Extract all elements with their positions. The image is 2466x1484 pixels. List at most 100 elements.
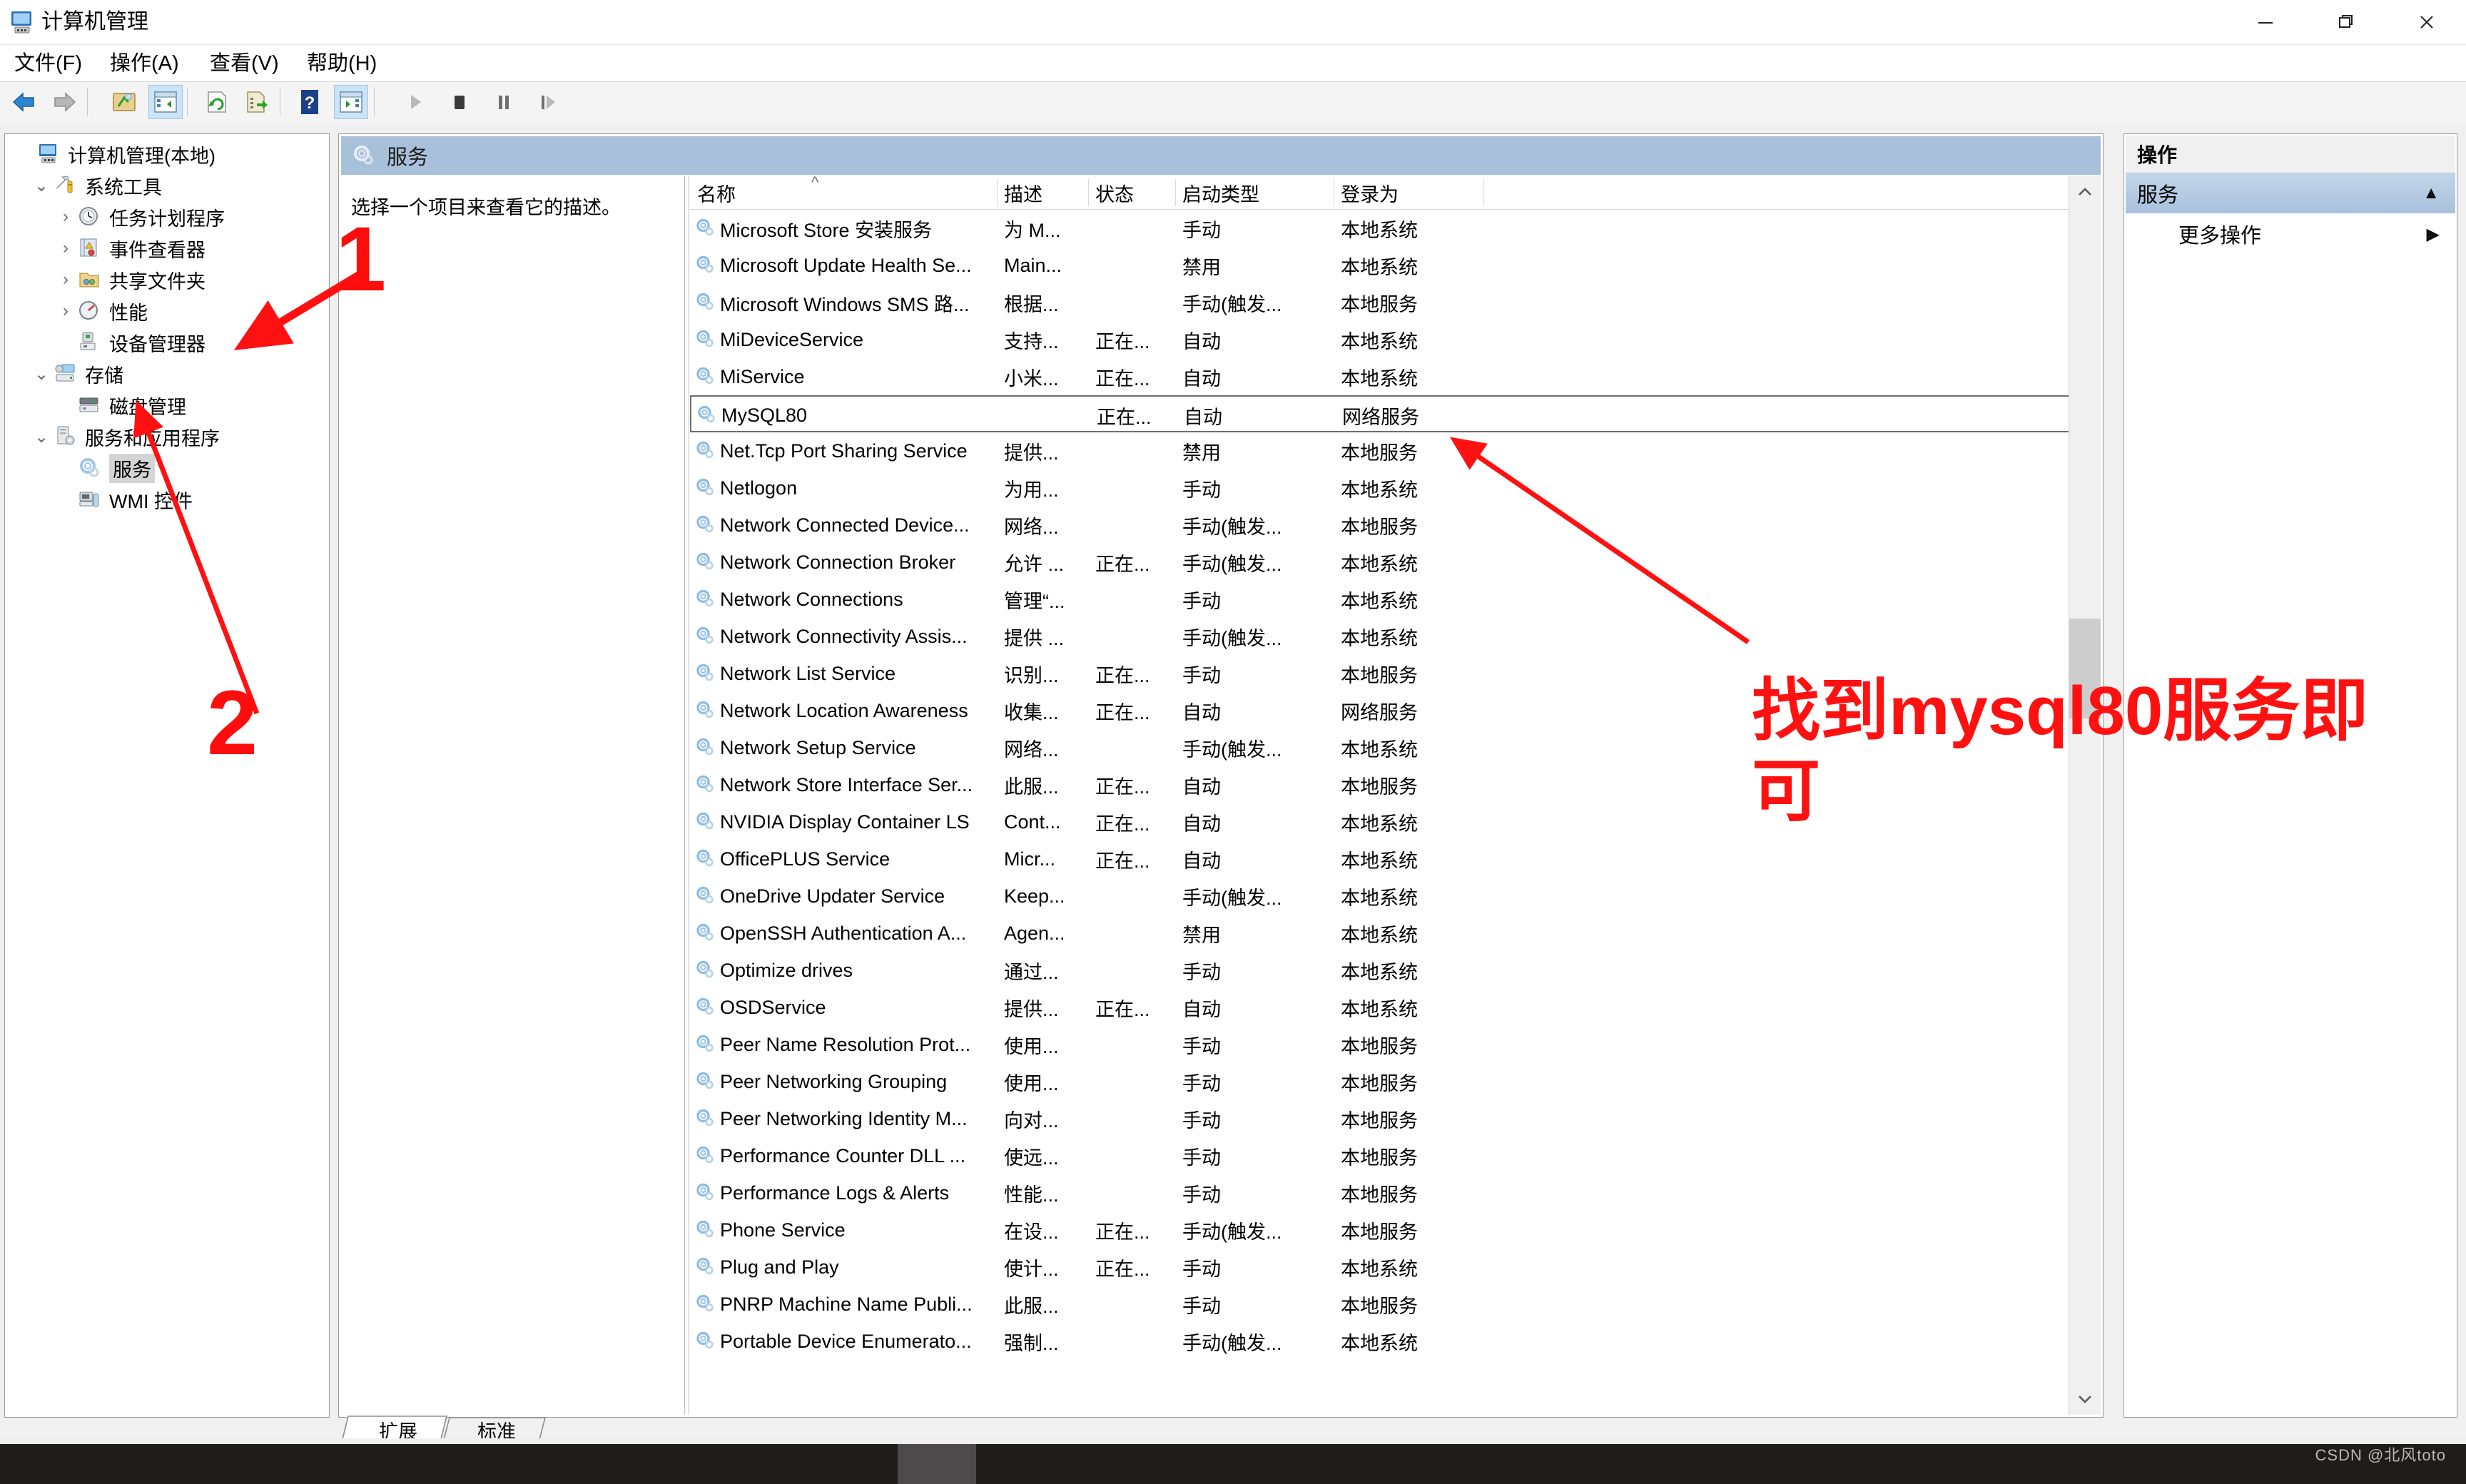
chevron-right-icon[interactable]: ›: [54, 238, 78, 258]
table-row[interactable]: Network Setup Service 网络... 手动(触发... 本地系统: [690, 729, 2101, 766]
table-row[interactable]: Network Store Interface Ser... 此服... 正在...…: [690, 766, 2101, 803]
scrollbar-thumb[interactable]: [2069, 619, 2101, 718]
table-row[interactable]: Peer Name Resolution Prot... 使用... 手动 本地服务: [690, 1026, 2101, 1063]
chevron-right-icon[interactable]: ›: [54, 207, 78, 227]
menu-help[interactable]: 帮助(H): [303, 49, 381, 78]
column-divider[interactable]: [997, 179, 998, 206]
table-row[interactable]: Microsoft Update Health Se... Main... 禁用 本地…: [690, 247, 2101, 284]
column-header-name[interactable]: 名称: [690, 176, 997, 209]
refresh-icon[interactable]: [200, 85, 234, 119]
table-row[interactable]: Network List Service 识别... 正在... 手动 本地服务: [690, 655, 2101, 692]
menu-file[interactable]: 文件(F): [10, 49, 86, 78]
table-row[interactable]: Network Connections 管理“... 手动 本地系统: [690, 581, 2101, 618]
table-row[interactable]: MySQL80 正在... 自动 网络服务: [690, 395, 2101, 432]
show-hide-tree-icon[interactable]: [107, 85, 141, 119]
show-action-pane-icon[interactable]: [334, 85, 368, 119]
cell-name: Portable Device Enumerato...: [720, 1330, 972, 1352]
chevron-down-icon[interactable]: ⌄: [29, 364, 54, 385]
tree-item-system-tools[interactable]: ⌄ 系统工具: [29, 170, 162, 201]
table-row[interactable]: Portable Device Enumerato... 强制... 手动(触发..…: [690, 1323, 2101, 1360]
cell-startup-type: 手动(触发...: [1182, 553, 1282, 575]
svg-text:?: ?: [305, 93, 315, 113]
tree-item-performance[interactable]: › 性能: [54, 295, 148, 327]
table-row[interactable]: Performance Counter DLL ... 使远... 手动 本地服务: [690, 1137, 2101, 1174]
table-row[interactable]: Network Connected Device... 网络... 手动(触发...…: [690, 507, 2101, 544]
back-icon[interactable]: [7, 85, 41, 119]
table-row[interactable]: OpenSSH Authentication A... Agen... 禁用 本地系统: [690, 915, 2101, 952]
taskbar-item[interactable]: [898, 1444, 976, 1484]
table-row[interactable]: Netlogon 为用... 手动 本地系统: [690, 469, 2101, 507]
chevron-up-icon[interactable]: ▲: [2422, 183, 2440, 203]
tree-item-label: 共享文件夹: [109, 270, 206, 293]
column-header-logon[interactable]: 登录为: [1334, 176, 1483, 209]
show-console-tree-icon[interactable]: [148, 85, 183, 119]
cell-description: 使用...: [1004, 1035, 1059, 1057]
tree-item-task-scheduler[interactable]: › 任务计划程序: [54, 201, 225, 233]
menu-action[interactable]: 操作(A): [106, 49, 183, 78]
column-header-status[interactable]: 状态: [1088, 176, 1175, 209]
tree-item-disk-management[interactable]: 磁盘管理: [54, 390, 186, 421]
tree-item-storage[interactable]: ⌄ 存储: [29, 358, 123, 390]
table-row[interactable]: Plug and Play 使计... 正在... 手动 本地系统: [690, 1249, 2101, 1286]
table-row[interactable]: Phone Service 在设... 正在... 手动(触发... 本地服务: [690, 1211, 2101, 1249]
table-row[interactable]: Network Connectivity Assis... 提供 ... 手动(触发…: [690, 618, 2101, 655]
table-row[interactable]: NVIDIA Display Container LS Cont... 正在... 自…: [690, 803, 2101, 840]
table-row[interactable]: Peer Networking Grouping 使用... 手动 本地服务: [690, 1063, 2101, 1100]
chevron-right-icon[interactable]: ▶: [2427, 224, 2440, 245]
table-row[interactable]: Network Location Awareness 收集... 正在... 自动 网络…: [690, 692, 2101, 729]
column-header-desc[interactable]: 描述: [997, 176, 1088, 209]
table-row[interactable]: MiService 小米... 正在... 自动 本地系统: [690, 358, 2101, 395]
watermark: CSDN @北风toto: [2315, 1446, 2446, 1464]
column-divider[interactable]: [1088, 179, 1089, 206]
actions-group-services[interactable]: 服务 ▲: [2126, 173, 2455, 213]
pause-service-icon[interactable]: [487, 85, 521, 119]
cell-startup-type: 自动: [1182, 813, 1221, 835]
column-divider[interactable]: [1175, 179, 1176, 206]
tree-item-event-viewer[interactable]: › 事件查看器: [54, 233, 206, 264]
start-service-icon[interactable]: [398, 85, 432, 119]
table-row[interactable]: OfficePLUS Service Micr... 正在... 自动 本地系统: [690, 840, 2101, 878]
table-row[interactable]: Microsoft Store 安装服务 为 M... 手动 本地系统: [690, 210, 2101, 247]
actions-more-actions[interactable]: 更多操作 ▶: [2126, 214, 2455, 254]
scroll-up-button[interactable]: [2069, 176, 2101, 208]
tree-item-services[interactable]: 服务: [54, 452, 155, 484]
table-row[interactable]: Microsoft Windows SMS 路... 根据... 手动(触发... 本…: [690, 284, 2101, 321]
services-rows: Microsoft Store 安装服务为 M... 手动 本地系统 Microsof…: [690, 210, 2101, 1415]
services-list-scrollbar[interactable]: [2069, 176, 2101, 1415]
table-row[interactable]: Peer Networking Identity M... 向对... 手动 本地服务: [690, 1100, 2101, 1137]
maximize-button[interactable]: [2307, 0, 2385, 44]
column-header-startup[interactable]: 启动类型: [1175, 176, 1334, 209]
menu-view[interactable]: 查看(V): [206, 49, 283, 78]
pane-splitter[interactable]: [684, 176, 689, 1415]
tree-item-device-manager[interactable]: 设备管理器: [54, 327, 206, 358]
table-row[interactable]: Performance Logs & Alerts 性能... 手动 本地服务: [690, 1174, 2101, 1211]
column-divider[interactable]: [1483, 179, 1484, 206]
forward-icon[interactable]: [47, 85, 81, 119]
export-list-icon[interactable]: [240, 85, 274, 119]
scroll-down-button[interactable]: [2069, 1383, 2101, 1415]
chevron-down-icon[interactable]: ⌄: [29, 176, 54, 196]
table-row[interactable]: PNRP Machine Name Publi... 此服... 手动 本地服务: [690, 1286, 2101, 1323]
tree-item-computer-management[interactable]: 计算机管理(本地): [12, 138, 215, 170]
minimize-button[interactable]: [2226, 0, 2305, 44]
table-row[interactable]: Optimize drives 通过... 手动 本地系统: [690, 952, 2101, 989]
chevron-down-icon[interactable]: ⌄: [29, 427, 54, 447]
cell-name: PNRP Machine Name Publi...: [720, 1293, 973, 1315]
tree-item-services-and-applications[interactable]: ⌄ 服务和应用程序: [29, 421, 220, 452]
services-pane-header: 服务: [341, 136, 2101, 175]
tree-item-wmi-control[interactable]: WMI 控件: [54, 484, 193, 515]
restart-service-icon[interactable]: [531, 85, 565, 119]
table-row[interactable]: OSDService 提供... 正在... 自动 本地系统: [690, 989, 2101, 1026]
table-row[interactable]: MiDeviceService 支持... 正在... 自动 本地系统: [690, 321, 2101, 358]
chevron-right-icon[interactable]: ›: [54, 270, 78, 290]
services-list[interactable]: 名称 描述 状态 启动类型 登录为 ^ Microsoft Store 安装服务…: [690, 176, 2101, 1415]
help-icon[interactable]: ?: [293, 85, 327, 119]
table-row[interactable]: Net.Tcp Port Sharing Service 提供... 禁用 本地服务: [690, 432, 2101, 469]
close-button[interactable]: [2388, 0, 2466, 44]
stop-service-icon[interactable]: [442, 85, 477, 119]
table-row[interactable]: OneDrive Updater Service Keep... 手动(触发... 本…: [690, 878, 2101, 915]
console-tree-pane[interactable]: 计算机管理(本地) ⌄ 系统工具 › 任务计划程序 › 事件查看器 › 共享文件…: [4, 133, 330, 1418]
table-row[interactable]: Network Connection Broker 允许 ... 正在... 手动(触…: [690, 544, 2101, 581]
chevron-right-icon[interactable]: ›: [54, 301, 78, 321]
tree-item-shared-folders[interactable]: › 共享文件夹: [54, 264, 206, 295]
